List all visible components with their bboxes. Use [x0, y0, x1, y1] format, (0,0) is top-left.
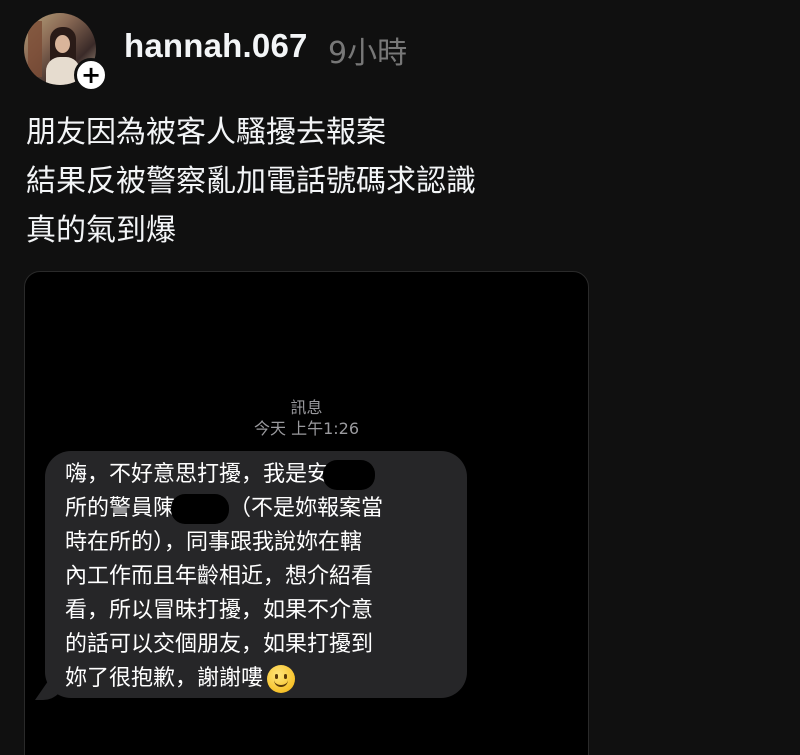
- post-time: 9小時: [328, 36, 408, 71]
- username[interactable]: hannah.067: [124, 27, 308, 65]
- caption-line: 朋友因為被客人騷擾去報案: [26, 115, 386, 150]
- post-header: + hannah.067 9小時: [24, 13, 624, 92]
- avatar-background: [28, 21, 42, 77]
- smiling-face-icon: [267, 665, 296, 693]
- message-text: 嗨，不好意思打擾，我是安 所的警員陳 （不是妳報案當 時在所的），同事跟我說妳在轄…: [65, 458, 465, 696]
- message-line: 嗨，不好意思打擾，我是安: [65, 458, 465, 492]
- follow-plus-icon[interactable]: +: [74, 58, 108, 92]
- message-line: 所的警員陳 （不是妳報案當: [65, 492, 465, 526]
- caption-line: 結果反被警察亂加電話號碼求認識: [26, 164, 476, 199]
- avatar-face: [55, 35, 70, 53]
- message-timestamp: 今天 上午1:26: [253, 419, 360, 438]
- message-line: 妳了很抱歉，謝謝嘍: [65, 662, 465, 696]
- caption-line: 真的氣到爆: [26, 213, 176, 248]
- message-line: 內工作而且年齡相近，想介紹看: [65, 564, 374, 589]
- post-caption: 朋友因為被客人騷擾去報案 結果反被警察亂加電話號碼求認識 真的氣到爆: [26, 108, 766, 255]
- message-line: 的話可以交個朋友，如果打擾到: [65, 632, 374, 657]
- message-line: 看，所以冒昧打擾，如果不介意: [65, 598, 374, 623]
- redaction-mark: [171, 494, 230, 524]
- attached-screenshot[interactable]: 訊息 今天 上午1:26 嗨，不好意思打擾，我是安 所的警員陳 （不是妳報案當 時…: [24, 271, 589, 755]
- redaction-mark: [323, 460, 376, 490]
- message-line: 時在所的），同事跟我說妳在轄: [65, 530, 363, 555]
